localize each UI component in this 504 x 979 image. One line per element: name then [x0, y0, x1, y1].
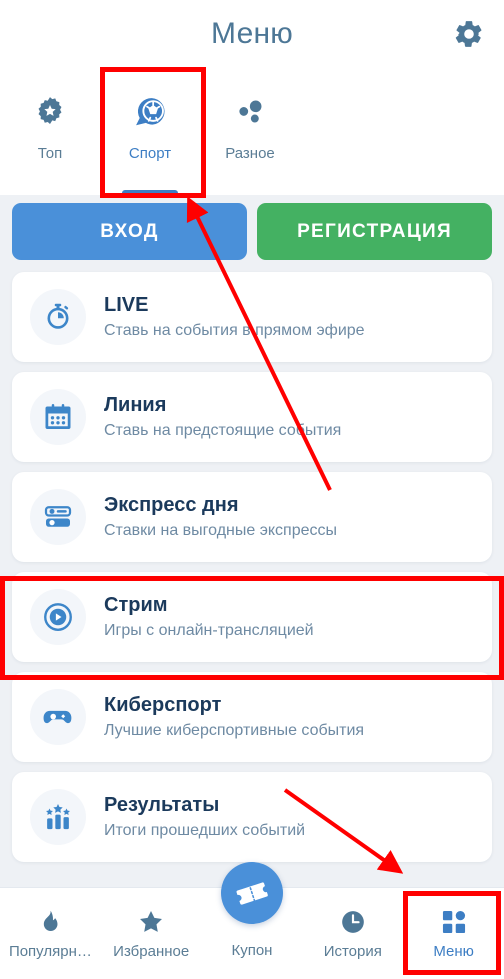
grid-icon — [441, 907, 467, 937]
clock-icon — [340, 907, 366, 937]
menu-item-title: Стрим — [104, 594, 168, 617]
menu-list: LIVE Ставь на события в прямом эфире Лин… — [0, 272, 504, 862]
menu-item-subtitle: Ставь на события в прямом эфире — [104, 322, 365, 340]
nav-item-favorites[interactable]: Избранное — [101, 888, 202, 979]
menu-item-text: Киберспорт Лучшие киберспортивные событи… — [104, 693, 364, 740]
menu-item-subtitle: Ставь на предстоящие события — [104, 422, 342, 440]
gear-icon[interactable] — [452, 17, 486, 51]
nav-item-menu[interactable]: Меню — [403, 888, 504, 979]
menu-item-subtitle: Итоги прошедших событий — [104, 822, 306, 840]
nav-label-popular: Популярн… — [8, 943, 92, 960]
nav-label-favorites: Избранное — [113, 943, 190, 960]
menu-item-title: Линия — [104, 394, 167, 417]
menu-item-title: LIVE — [104, 294, 149, 317]
menu-item-subtitle: Лучшие киберспортивные события — [104, 722, 365, 740]
menu-item-line[interactable]: Линия Ставь на предстоящие события — [12, 372, 492, 462]
page-title: Меню — [211, 16, 293, 50]
nav-item-history[interactable]: История — [302, 888, 403, 979]
tab-label-top: Топ — [37, 145, 63, 162]
tab-label-sport: Спорт — [128, 145, 172, 162]
star-icon — [137, 907, 165, 937]
menu-item-text: LIVE Ставь на события в прямом эфире — [104, 293, 365, 340]
menu-item-results[interactable]: Результаты Итоги прошедших событий — [12, 772, 492, 862]
tab-misc[interactable]: Разное — [200, 67, 300, 195]
ticket-icon[interactable] — [220, 862, 283, 924]
stopwatch-icon — [30, 289, 86, 345]
menu-item-subtitle: Ставки на выгодные экспрессы — [104, 522, 338, 540]
nav-label-coupon: Купон — [231, 942, 273, 959]
menu-item-text: Стрим Игры с онлайн-трансляцией — [104, 593, 314, 640]
menu-item-title: Экспресс дня — [104, 494, 239, 517]
nav-label-menu: Меню — [433, 943, 474, 960]
three-dots-icon — [233, 89, 267, 135]
podium-stars-icon — [30, 789, 86, 845]
nav-label-history: История — [323, 943, 382, 960]
calendar-icon — [30, 389, 86, 445]
app-root: Меню Топ Спорт Разное ВХОД РЕГИСТРАЦИЯ L… — [0, 0, 504, 979]
menu-item-subtitle: Игры с онлайн-трансляцией — [104, 622, 314, 640]
register-button[interactable]: РЕГИСТРАЦИЯ — [257, 203, 492, 260]
menu-item-text: Линия Ставь на предстоящие события — [104, 393, 341, 440]
auth-buttons: ВХОД РЕГИСТРАЦИЯ — [0, 203, 504, 260]
list-slider-icon — [30, 489, 86, 545]
menu-item-title: Результаты — [104, 794, 220, 817]
gamepad-icon — [30, 689, 86, 745]
flame-icon — [37, 907, 63, 937]
active-tab-indicator — [122, 190, 178, 195]
menu-item-text: Результаты Итоги прошедших событий — [104, 793, 305, 840]
menu-item-title: Киберспорт — [104, 694, 222, 717]
menu-item-live[interactable]: LIVE Ставь на события в прямом эфире — [12, 272, 492, 362]
gear-star-icon — [33, 89, 67, 135]
bottom-navigation: Популярн… Избранное Купон История Меню — [0, 862, 504, 979]
tab-sport[interactable]: Спорт — [100, 67, 200, 195]
play-circle-icon — [30, 589, 86, 645]
login-button[interactable]: ВХОД — [12, 203, 247, 260]
tab-top[interactable]: Топ — [0, 67, 100, 195]
menu-item-text: Экспресс дня Ставки на выгодные экспресс… — [104, 493, 337, 540]
soccer-ball-chat-icon — [131, 89, 169, 135]
tab-label-misc: Разное — [225, 145, 275, 162]
nav-item-coupon[interactable]: Купон — [202, 862, 303, 979]
nav-item-popular[interactable]: Популярн… — [0, 888, 101, 979]
menu-item-esports[interactable]: Киберспорт Лучшие киберспортивные событи… — [12, 672, 492, 762]
category-tabs: Топ Спорт Разное — [0, 67, 504, 195]
menu-item-stream[interactable]: Стрим Игры с онлайн-трансляцией — [12, 572, 492, 662]
menu-item-express[interactable]: Экспресс дня Ставки на выгодные экспресс… — [12, 472, 492, 562]
app-header: Меню — [0, 0, 504, 67]
